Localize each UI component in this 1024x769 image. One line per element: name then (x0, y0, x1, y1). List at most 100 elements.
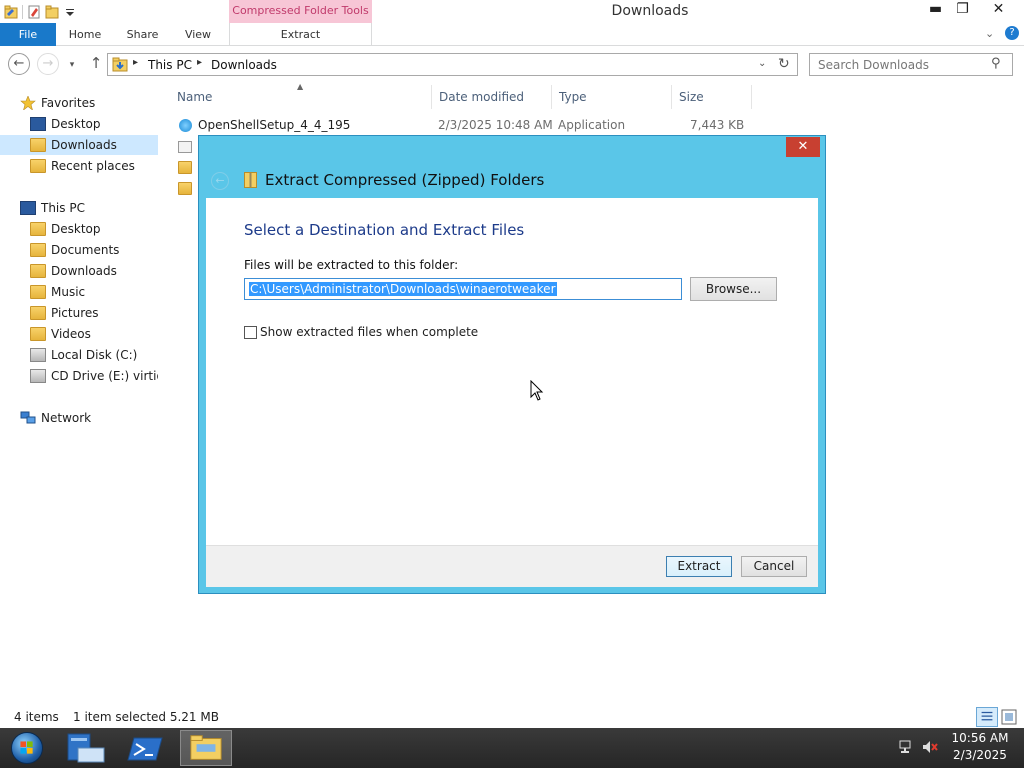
network-tray-icon[interactable] (898, 740, 914, 754)
quick-access-toolbar (0, 2, 77, 22)
nav-item-label: Downloads (51, 264, 117, 278)
zip-folder-icon (178, 161, 192, 174)
network-icon (20, 411, 36, 424)
file-name: OpenShellSetup_4_4_195 (198, 118, 351, 132)
refresh-icon[interactable]: ↻ (778, 56, 790, 72)
column-header-date[interactable]: Date modified (432, 85, 552, 109)
nav-item-documents[interactable]: Documents (30, 240, 158, 260)
properties-icon[interactable] (27, 5, 41, 19)
extract-button[interactable]: Extract (666, 556, 732, 577)
server-manager-button[interactable] (60, 730, 112, 766)
nav-item-local-disk[interactable]: Local Disk (C:) (30, 345, 158, 365)
nav-item-downloads[interactable]: Downloads (30, 261, 158, 281)
start-button[interactable] (4, 730, 48, 766)
compressed-folder-tools-header: Compressed Folder Tools (229, 0, 372, 23)
folder-properties-icon[interactable] (4, 5, 18, 19)
breadcrumb-downloads[interactable]: Downloads (211, 58, 277, 72)
nav-item-music[interactable]: Music (30, 282, 158, 302)
destination-input[interactable]: C:\Users\Administrator\Downloads\winaero… (244, 278, 682, 300)
server-manager-icon (67, 733, 105, 763)
nav-item-cd-drive[interactable]: CD Drive (E:) virtio-v (30, 366, 158, 386)
recent-locations-button[interactable]: ▾ (66, 55, 78, 77)
new-folder-icon[interactable] (45, 5, 59, 19)
qat-dropdown-icon[interactable] (63, 5, 77, 19)
details-view-icon[interactable] (976, 707, 998, 727)
restore-button[interactable]: ❐ (947, 0, 978, 20)
nav-item-label: Local Disk (C:) (51, 348, 138, 362)
navigation-pane: Favorites Desktop Downloads Recent place… (0, 90, 160, 700)
up-button[interactable]: ↑ (85, 53, 107, 75)
volume-muted-icon[interactable] (922, 740, 938, 754)
address-dropdown-icon[interactable]: ⌄ (758, 58, 766, 69)
downloads-folder-icon (30, 138, 46, 152)
forward-button[interactable]: → (37, 53, 59, 75)
breadcrumb-separator[interactable]: ▸ (133, 57, 138, 68)
tab-share[interactable]: Share (120, 23, 165, 46)
file-explorer-button[interactable] (180, 730, 232, 766)
nav-item-pictures[interactable]: Pictures (30, 303, 158, 323)
back-button[interactable]: ← (8, 53, 30, 75)
dialog-back-button[interactable]: ← (211, 172, 229, 190)
search-input[interactable] (811, 55, 986, 74)
cancel-button[interactable]: Cancel (741, 556, 807, 577)
address-bar[interactable]: ▸ This PC ▸ Downloads ⌄ ↻ (107, 53, 798, 76)
nav-item-label: Music (51, 285, 86, 299)
nav-item-desktop[interactable]: Desktop (30, 219, 158, 239)
large-icons-view-icon[interactable] (1001, 709, 1017, 725)
nav-network-label: Network (41, 411, 92, 425)
downloads-folder-icon (112, 57, 128, 72)
help-icon[interactable]: ? (1005, 26, 1019, 40)
tab-view[interactable]: View (178, 23, 218, 46)
breadcrumb-separator[interactable]: ▸ (197, 57, 202, 68)
star-icon (20, 96, 36, 110)
dialog-close-button[interactable]: ✕ (786, 137, 820, 157)
downloads-folder-icon (30, 264, 46, 278)
destination-input-value: C:\Users\Administrator\Downloads\winaero… (249, 282, 557, 296)
tab-file[interactable]: File (0, 23, 56, 46)
column-header-size[interactable]: Size (672, 85, 752, 109)
mouse-cursor-icon (530, 380, 544, 401)
pictures-folder-icon (30, 306, 46, 320)
sort-ascending-icon: ▲ (297, 82, 304, 91)
drive-icon (30, 348, 46, 362)
clock-time[interactable]: 10:56 AM (950, 731, 1010, 745)
cd-drive-icon (30, 369, 46, 383)
tab-home[interactable]: Home (60, 23, 110, 46)
taskbar: 10:56 AM 2/3/2025 (0, 728, 1024, 768)
breadcrumb-this-pc[interactable]: This PC (148, 58, 192, 72)
documents-folder-icon (30, 243, 46, 257)
ribbon-tabs: File Home Share View Extract ⌄ ? (0, 23, 1024, 46)
nav-item-label: Pictures (51, 306, 99, 320)
expand-ribbon-icon[interactable]: ⌄ (985, 27, 994, 40)
nav-item-videos[interactable]: Videos (30, 324, 158, 344)
nav-favorites[interactable]: Favorites (20, 93, 160, 113)
music-folder-icon (30, 285, 46, 299)
nav-item-label: Recent places (51, 159, 135, 173)
powershell-icon (127, 737, 163, 761)
clock-date[interactable]: 2/3/2025 (950, 748, 1010, 762)
nav-network[interactable]: Network (20, 408, 160, 428)
search-icon[interactable]: ⚲ (991, 56, 1001, 71)
nav-this-pc[interactable]: This PC (20, 198, 160, 218)
qat-separator (22, 5, 23, 19)
videos-folder-icon (30, 327, 46, 341)
selection-info: 1 item selected 5.21 MB (73, 710, 219, 724)
browse-button[interactable]: Browse... (690, 277, 777, 301)
nav-item-label: Desktop (51, 117, 101, 131)
powershell-button[interactable] (120, 730, 172, 766)
nav-item-recent-places[interactable]: Recent places (30, 156, 158, 176)
desktop-folder-icon (30, 222, 46, 236)
show-extracted-checkbox[interactable] (244, 326, 257, 339)
item-count: 4 items (14, 710, 59, 724)
nav-item-desktop-fav[interactable]: Desktop (30, 114, 158, 134)
tab-extract[interactable]: Extract (229, 23, 372, 46)
nav-item-downloads-fav[interactable]: Downloads (0, 135, 158, 155)
column-header-type[interactable]: Type (552, 85, 672, 109)
monitor-icon (30, 117, 46, 131)
close-window-button[interactable]: ✕ (977, 0, 1020, 20)
file-size: 7,443 KB (690, 118, 745, 132)
windows-orb-icon (11, 732, 43, 764)
nav-item-label: Videos (51, 327, 91, 341)
nav-item-label: Documents (51, 243, 120, 257)
show-extracted-label[interactable]: Show extracted files when complete (260, 325, 478, 339)
